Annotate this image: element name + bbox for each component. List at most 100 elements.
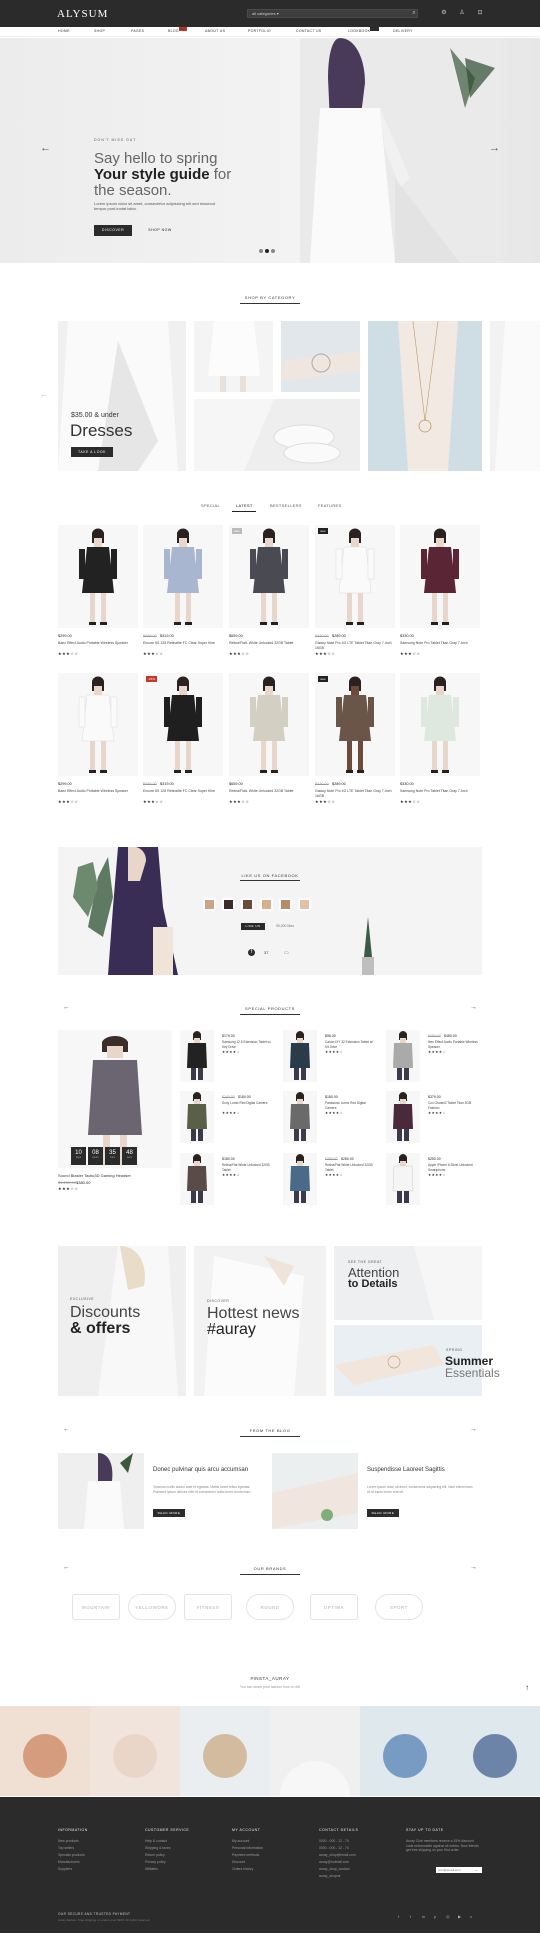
special-product-name[interactable]: Ibex Effect Audio Portable Wireless Spea…	[428, 1040, 480, 1049]
twitter-icon[interactable]: t	[410, 1914, 411, 1919]
facebook-avatar[interactable]	[298, 898, 311, 911]
hero-dot[interactable]	[271, 249, 275, 253]
tab-features[interactable]: FEATURES	[318, 503, 341, 508]
brands-prev-arrow[interactable]: ←	[63, 1564, 70, 1571]
footer-link[interactable]: Personal information	[232, 1846, 312, 1850]
user-icon[interactable]: ♙	[458, 9, 466, 17]
read-more-button[interactable]: READ MORE	[367, 1509, 399, 1517]
product-image[interactable]	[58, 525, 138, 628]
special-product-name[interactable]: Panasonic Lumix Red Digital Camera	[325, 1101, 377, 1110]
featured-product-name[interactable]: Sound Blaster Tactic3D Gaming Headset	[58, 1173, 131, 1178]
nav-pages[interactable]: PAGES	[131, 29, 144, 33]
product-name[interactable]: Galaxy Note Pro 4G LTE Tablet Titan Gray…	[315, 641, 393, 650]
nav-contact[interactable]: CONTACT US	[296, 29, 321, 33]
product-card[interactable]	[229, 673, 309, 776]
product-name[interactable]: Retina/FlatL White Unlocked 32GB Tablet	[229, 641, 307, 646]
footer-link[interactable]: Affiliates	[145, 1867, 225, 1871]
product-card[interactable]: new	[315, 525, 395, 628]
footer-link[interactable]: auray_shop_contact	[319, 1867, 399, 1871]
blog-post-image[interactable]	[58, 1453, 144, 1529]
special-product-image[interactable]	[386, 1091, 420, 1143]
facebook-avatar[interactable]	[241, 898, 254, 911]
special-product-image[interactable]	[180, 1153, 214, 1205]
special-next-arrow[interactable]: →	[470, 1004, 477, 1011]
product-image[interactable]	[315, 673, 395, 776]
footer-link[interactable]: Discount	[232, 1860, 312, 1864]
product-card[interactable]: new	[315, 673, 395, 776]
special-product-name[interactable]: Cox Ghost42 Tablet Titan 3GB Fashion	[428, 1101, 480, 1110]
pinterest-icon[interactable]: p	[434, 1914, 436, 1919]
product-name[interactable]: Encore 5S 128 Retinalite FC Clear Super …	[143, 789, 221, 794]
special-product-name[interactable]: Samsung 12.5 Extension Tablet w/ Key Dri…	[222, 1040, 274, 1049]
hero-dot[interactable]	[259, 249, 263, 253]
brands-next-arrow[interactable]: →	[470, 1564, 477, 1571]
category-tile[interactable]	[281, 321, 360, 392]
product-image[interactable]	[143, 673, 223, 776]
product-name[interactable]: Samsung Note Pro Tablet Titan Gray 7-Inc…	[400, 641, 478, 646]
instagram-photo[interactable]	[0, 1706, 90, 1796]
product-image[interactable]	[400, 525, 480, 628]
product-name[interactable]: Samsung Note Pro Tablet Titan Gray 7-Inc…	[400, 789, 478, 794]
product-name[interactable]: Baez Effect Audio Portable Wireless Spea…	[58, 641, 136, 646]
footer-link[interactable]: New products	[58, 1839, 138, 1843]
promo-summer[interactable]: SPRING Summer Essentials	[334, 1325, 500, 1396]
special-product-image[interactable]	[283, 1030, 317, 1082]
footer-link[interactable]: auray_shopmr	[319, 1874, 399, 1878]
product-card[interactable]	[58, 673, 138, 776]
tab-special[interactable]: SPECIAL	[201, 503, 220, 508]
search-icon[interactable]: ⌕	[410, 9, 418, 17]
product-name[interactable]: Retina/FlatL White Unlocked 32GB Tablet	[229, 789, 307, 794]
search-input[interactable]: all categories ▾	[247, 9, 418, 18]
linkedin-icon[interactable]: in	[422, 1914, 425, 1919]
blog-post-image[interactable]	[272, 1453, 358, 1529]
blog-next-arrow[interactable]: →	[470, 1426, 477, 1433]
category-tile[interactable]	[368, 321, 482, 471]
nav-home[interactable]: HOME	[58, 29, 70, 33]
category-tile[interactable]	[490, 321, 540, 471]
special-product-name[interactable]: Retina/Flat White Unlocked 32GB Tablet	[325, 1163, 377, 1172]
footer-link[interactable]: Return policy	[145, 1853, 225, 1857]
product-card[interactable]	[143, 525, 223, 628]
footer-link[interactable]: Specials products	[58, 1853, 138, 1857]
special-product-name[interactable]: Canon IXY 32 Extension Tablet w/ Kit Dri…	[325, 1040, 377, 1049]
logo[interactable]: ALYSUM	[57, 8, 108, 20]
instagram-photo[interactable]	[180, 1706, 270, 1796]
facebook-avatar[interactable]	[222, 898, 235, 911]
product-card[interactable]	[58, 525, 138, 628]
cart-icon[interactable]: ⊡	[476, 9, 484, 17]
product-image[interactable]	[229, 673, 309, 776]
brand-logo[interactable]: MOUNTAIN	[72, 1594, 120, 1620]
nav-blog[interactable]: BLOG	[168, 29, 179, 33]
footer-link[interactable]: auray_shop@email.com	[319, 1853, 399, 1857]
like-us-button[interactable]: LIKE US	[241, 923, 265, 930]
nav-shop[interactable]: SHOP	[94, 29, 105, 33]
instagram-photo[interactable]	[90, 1706, 180, 1796]
facebook-avatar[interactable]	[260, 898, 273, 911]
product-name[interactable]: Baez Effect Audio Portable Wireless Spea…	[58, 789, 136, 794]
footer-link[interactable]: My account	[232, 1839, 312, 1843]
product-card[interactable]	[400, 525, 480, 628]
tab-latest[interactable]: LATEST	[236, 503, 253, 508]
footer-link[interactable]: Payment methods	[232, 1853, 312, 1857]
footer-link[interactable]: Shipping & taxes	[145, 1846, 225, 1850]
instagram-photo[interactable]	[360, 1706, 450, 1796]
facebook-icon[interactable]: f	[248, 949, 255, 956]
footer-link[interactable]: Suppliers	[58, 1867, 138, 1871]
promo-discounts[interactable]: EXCLUSIVE Discounts & offers	[58, 1246, 186, 1396]
product-card[interactable]	[400, 673, 480, 776]
special-product-image[interactable]	[180, 1030, 214, 1082]
youtube-icon[interactable]: ▶	[458, 1914, 461, 1919]
category-prev-arrow[interactable]: ←	[40, 390, 48, 399]
facebook-avatar[interactable]	[279, 898, 292, 911]
facebook-avatar[interactable]	[203, 898, 216, 911]
back-to-top-icon[interactable]: ↑	[525, 1683, 529, 1692]
product-image[interactable]	[229, 525, 309, 628]
product-card[interactable]: sale	[229, 525, 309, 628]
blog-post-title[interactable]: Suspendisse Laoreet Sagittis	[367, 1467, 477, 1474]
brand-logo[interactable]: OPTIMA	[310, 1594, 358, 1620]
discover-button[interactable]: DISCOVER	[94, 225, 132, 236]
brand-logo[interactable]: FITNESS	[184, 1594, 232, 1620]
brand-logo[interactable]: YELLOWORK	[128, 1594, 176, 1620]
product-image[interactable]	[400, 673, 480, 776]
instagram-photo[interactable]	[450, 1706, 540, 1796]
